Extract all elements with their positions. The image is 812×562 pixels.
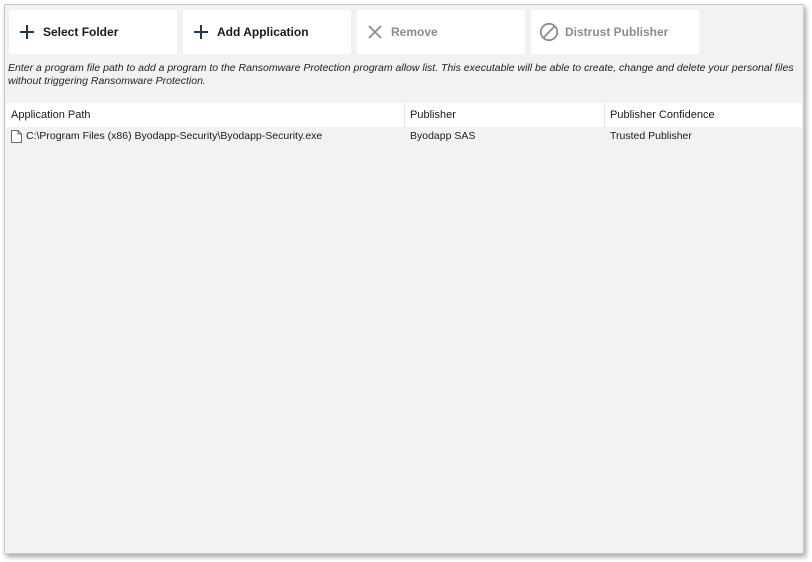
close-icon bbox=[365, 22, 385, 42]
remove-button[interactable]: Remove bbox=[357, 10, 525, 54]
add-application-button[interactable]: Add Application bbox=[183, 10, 351, 54]
file-icon bbox=[11, 129, 22, 143]
column-header-publisher[interactable]: Publisher bbox=[405, 103, 605, 127]
select-folder-button[interactable]: Select Folder bbox=[9, 10, 177, 54]
plus-icon bbox=[17, 22, 37, 42]
table-row[interactable]: C:\Program Files (x86) Byodapp-Security\… bbox=[6, 127, 802, 145]
ransomware-allowlist-panel: Select Folder Add Application Remove Dis… bbox=[4, 4, 804, 554]
allowlist-description: Enter a program file path to add a progr… bbox=[8, 62, 794, 87]
cell-application-path: C:\Program Files (x86) Byodapp-Security\… bbox=[6, 129, 405, 143]
prohibited-icon bbox=[539, 22, 559, 42]
remove-label: Remove bbox=[391, 25, 438, 39]
distrust-publisher-label: Distrust Publisher bbox=[565, 25, 669, 39]
application-path-text: C:\Program Files (x86) Byodapp-Security\… bbox=[26, 130, 323, 142]
distrust-publisher-button[interactable]: Distrust Publisher bbox=[531, 10, 699, 54]
select-folder-label: Select Folder bbox=[43, 25, 119, 39]
cell-publisher: Byodapp SAS bbox=[410, 130, 476, 142]
plus-icon bbox=[191, 22, 211, 42]
column-header-publisher-confidence[interactable]: Publisher Confidence bbox=[605, 103, 802, 127]
application-table: Application Path Publisher Publisher Con… bbox=[6, 103, 802, 145]
table-header: Application Path Publisher Publisher Con… bbox=[6, 103, 802, 127]
column-header-application-path[interactable]: Application Path bbox=[6, 103, 405, 127]
cell-publisher-confidence: Trusted Publisher bbox=[610, 130, 692, 142]
toolbar: Select Folder Add Application Remove Dis… bbox=[9, 10, 699, 54]
add-application-label: Add Application bbox=[217, 25, 309, 39]
